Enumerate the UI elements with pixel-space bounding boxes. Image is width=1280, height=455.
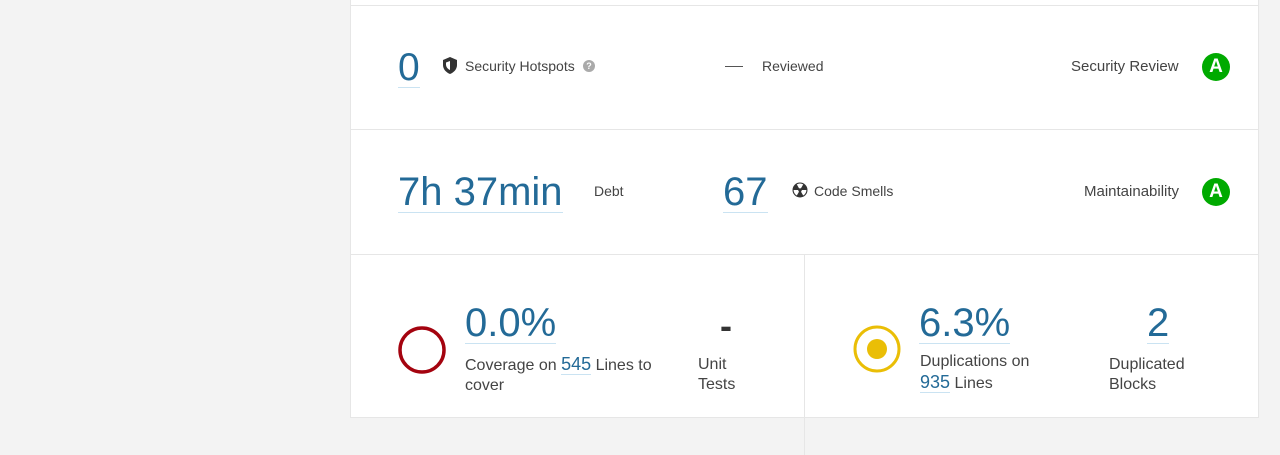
reviewed-value xyxy=(725,66,743,67)
duplicated-blocks-label: Duplicated Blocks xyxy=(1109,355,1185,395)
reviewed-label: Reviewed xyxy=(762,58,824,74)
duplicated-blocks-count[interactable]: 2 xyxy=(1147,303,1170,344)
column-divider xyxy=(804,255,805,455)
security-review-label: Security Review xyxy=(1071,58,1179,75)
coverage-description: Coverage on 545 Lines to cover xyxy=(465,354,665,396)
overview-measures-card: 0 Security Hotspots ? Reviewed Security … xyxy=(350,0,1259,455)
unit-tests-value: - xyxy=(720,305,732,346)
unit-tests-label: Unit Tests xyxy=(698,355,735,395)
maintainability-grade[interactable]: A xyxy=(1202,178,1230,206)
maintainability-label: Maintainability xyxy=(1084,183,1180,200)
duplications-text-before: Duplications on xyxy=(920,353,1030,370)
security-row: 0 Security Hotspots ? Reviewed Security … xyxy=(351,5,1258,131)
duplications-lines-count[interactable]: 935 xyxy=(920,372,951,393)
coverage-value[interactable]: 0.0% xyxy=(465,303,557,344)
unit-tests-label-2: Tests xyxy=(698,376,736,393)
debt-label: Debt xyxy=(594,183,624,199)
coverage-duplications-row: 0.0% Coverage on 545 Lines to cover - Un… xyxy=(351,254,1258,455)
security-hotspots-label: Security Hotspots xyxy=(465,58,575,74)
duplications-text-after: Lines xyxy=(954,375,993,392)
duplicated-blocks-label-2: Blocks xyxy=(1109,376,1157,393)
unit-tests-label-1: Unit xyxy=(698,356,727,373)
help-icon[interactable]: ? xyxy=(583,60,595,72)
security-review-grade[interactable]: A xyxy=(1202,53,1230,81)
duplications-ring-icon xyxy=(852,324,902,379)
coverage-text-after-1: Lines to xyxy=(595,357,652,374)
debt-value[interactable]: 7h 37min xyxy=(398,172,563,213)
code-smells-label: Code Smells xyxy=(814,183,894,199)
coverage-text-before: Coverage on xyxy=(465,357,557,374)
coverage-ring-icon xyxy=(397,325,447,380)
shield-icon xyxy=(442,57,458,79)
coverage-text-after-2: cover xyxy=(465,377,505,394)
duplications-value[interactable]: 6.3% xyxy=(919,303,1011,344)
code-smells-count[interactable]: 67 xyxy=(723,172,768,213)
code-smell-icon xyxy=(792,182,808,203)
duplications-description: Duplications on 935 Lines xyxy=(920,352,1029,394)
duplicated-blocks-label-1: Duplicated xyxy=(1109,356,1185,373)
maintainability-row: 7h 37min Debt 67 Code Smells Maintainabi… xyxy=(351,129,1258,255)
coverage-lines-count[interactable]: 545 xyxy=(561,354,592,375)
security-hotspots-count[interactable]: 0 xyxy=(398,48,420,88)
